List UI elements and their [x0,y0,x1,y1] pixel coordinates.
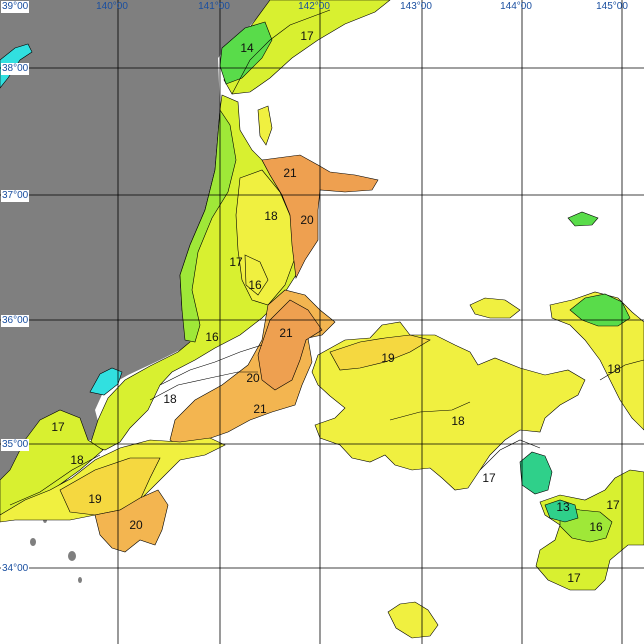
isotherm-label: 19 [88,492,102,506]
island [78,577,82,583]
isotherm-label: 18 [264,209,278,223]
isotherm-label: 21 [253,402,267,416]
lon-label: 144°00 [500,1,532,12]
isotherm-label: 17 [229,255,243,269]
island [68,551,76,561]
sea-18-tongue [257,105,273,146]
isotherm-label: 18 [451,414,465,428]
sea-14-small [567,211,599,227]
lon-label: 142°00 [298,1,330,12]
lat-label: 34°00 [1,563,30,575]
lat-label: 37°00 [1,190,30,202]
sea-18-bottom [387,601,439,639]
isotherm-label: 16 [248,278,262,292]
isotherm-label: 20 [300,213,314,227]
lat-label: 35°00 [1,439,30,451]
isotherm-label: 19 [381,351,395,365]
isotherm-label: 16 [589,520,603,534]
isotherm-label: 18 [607,362,621,376]
isotherm-label: 20 [246,371,260,385]
lon-label: 143°00 [400,1,432,12]
isotherm-label: 17 [51,420,65,434]
isotherm-label: 17 [482,471,496,485]
lat-label: 39°00 [1,1,30,13]
sea-13-eddy [519,451,553,495]
lon-label: 140°00 [96,1,128,12]
lat-label: 36°00 [1,315,30,327]
isotherm-label: 17 [606,498,620,512]
isotherm-label: 14 [240,41,254,55]
isotherm-label: 18 [163,392,177,406]
island [30,538,36,546]
isotherm-label: 17 [567,571,581,585]
map-canvas [0,0,644,644]
isotherm-label: 18 [70,453,84,467]
isotherm-label: 21 [283,166,297,180]
isotherm-label: 20 [129,518,143,532]
sea-18-small [469,297,521,319]
lon-label: 141°00 [198,1,230,12]
sst-map[interactable]: 140°00 141°00 142°00 143°00 144°00 145°0… [0,0,644,644]
isotherm-label: 17 [300,29,314,43]
lat-label: 38°00 [1,63,30,75]
isotherm-label: 13 [556,500,570,514]
isotherm-label: 21 [279,326,293,340]
isotherm-label: 16 [205,330,219,344]
lon-label: 145°00 [596,1,628,12]
